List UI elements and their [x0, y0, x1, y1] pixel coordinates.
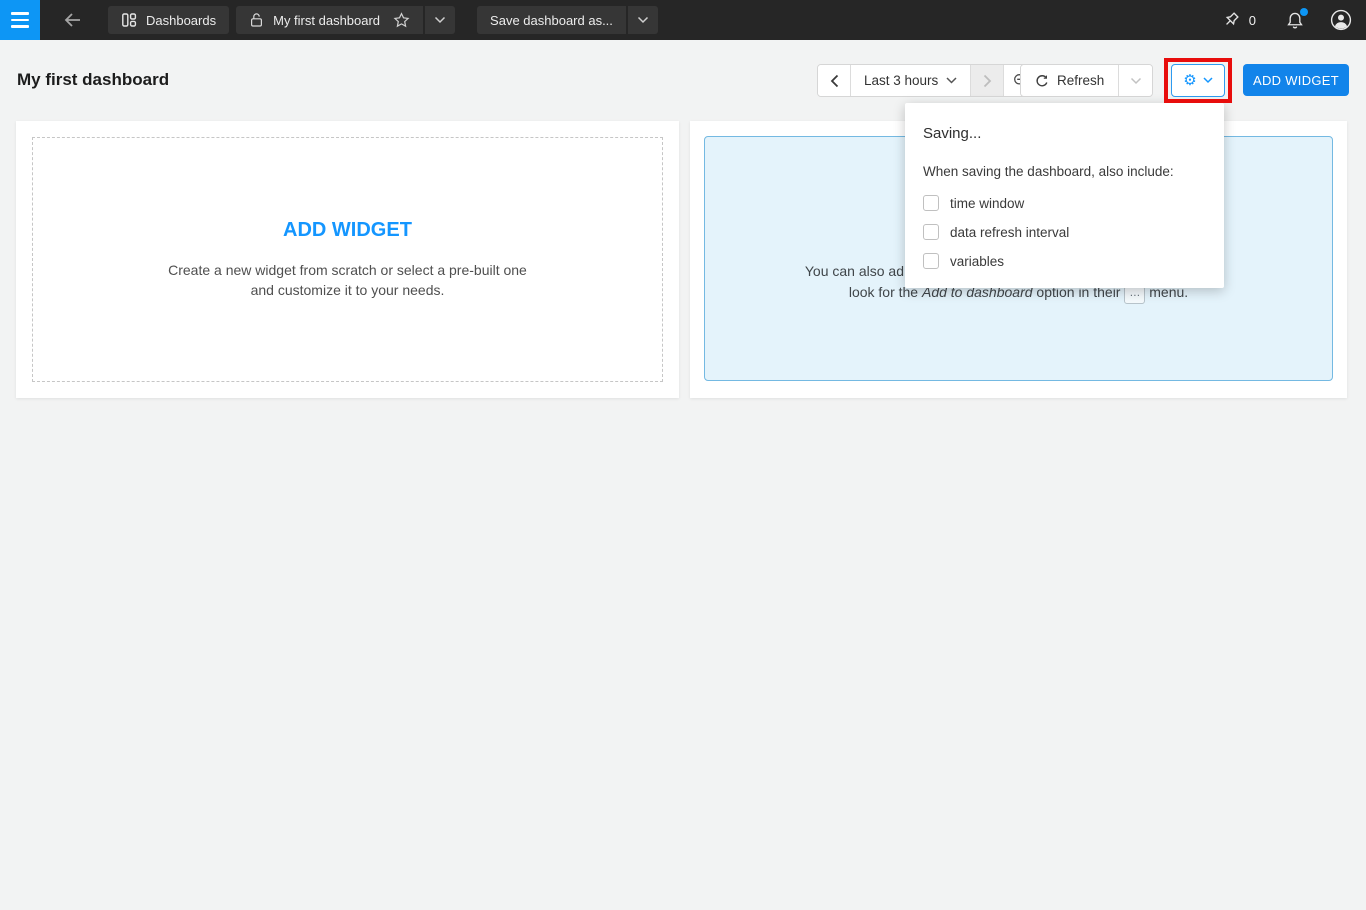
refresh-group: Refresh — [1020, 64, 1153, 97]
timeframe-dropdown-button[interactable]: Last 3 hours — [851, 65, 971, 96]
notifications-button[interactable] — [1286, 11, 1304, 30]
tab-dashboards-label: Dashboards — [146, 13, 216, 28]
add-widget-tile[interactable]: ADD WIDGET Create a new widget from scra… — [16, 121, 679, 398]
time-window-label: time window — [950, 196, 1024, 211]
user-avatar-button[interactable] — [1330, 9, 1352, 31]
save-dashboard-as-button[interactable]: Save dashboard as... — [477, 6, 626, 34]
timeframe-back-button[interactable] — [818, 65, 851, 96]
refresh-interval-dropdown-button[interactable] — [1119, 65, 1152, 96]
chevron-left-icon — [830, 74, 839, 88]
variables-label: variables — [950, 254, 1004, 269]
dashboards-icon — [121, 12, 137, 28]
star-icon[interactable] — [393, 12, 410, 28]
data-refresh-interval-checkbox[interactable] — [923, 224, 939, 240]
save-dashboard-dropdown-button[interactable] — [628, 6, 658, 34]
notification-dot — [1300, 8, 1308, 16]
refresh-button[interactable]: Refresh — [1021, 65, 1119, 96]
dropdown-title: Saving... — [923, 125, 1206, 142]
pin-icon — [1222, 11, 1240, 29]
save-dashboard-group: Save dashboard as... — [477, 6, 658, 34]
timeframe-selector-group: Last 3 hours — [817, 64, 1038, 97]
topbar: Dashboards My first dashboard — [0, 0, 1366, 40]
variables-checkbox[interactable] — [923, 253, 939, 269]
data-refresh-interval-label: data refresh interval — [950, 225, 1069, 240]
ellipsis-menu-icon: … — [1124, 286, 1145, 304]
chevron-down-icon — [1203, 77, 1213, 84]
tab-current-dashboard[interactable]: My first dashboard — [236, 6, 423, 34]
refresh-label: Refresh — [1057, 73, 1104, 88]
pin-count: 0 — [1249, 13, 1256, 28]
avatar-icon — [1330, 9, 1352, 31]
lock-icon — [249, 12, 264, 28]
option-variables[interactable]: variables — [923, 253, 1206, 269]
add-widget-tile-description: Create a new widget from scratch or sele… — [168, 260, 527, 300]
tab-dashboards[interactable]: Dashboards — [108, 6, 229, 34]
add-widget-button[interactable]: ADD WIDGET — [1243, 64, 1349, 96]
chevron-down-icon — [1130, 77, 1142, 85]
chevron-down-icon — [434, 16, 446, 24]
chevron-right-icon — [983, 74, 992, 88]
hamburger-menu-button[interactable] — [0, 0, 40, 40]
current-dashboard-tab-group: My first dashboard — [236, 6, 455, 34]
saving-settings-dropdown: Saving... When saving the dashboard, als… — [905, 103, 1224, 288]
add-widget-dashed-area[interactable]: ADD WIDGET Create a new widget from scra… — [32, 137, 663, 382]
gear-icon: ⚙ — [1183, 73, 1196, 88]
timeframe-label: Last 3 hours — [864, 73, 938, 88]
dashboard-settings-button[interactable]: ⚙ — [1171, 64, 1225, 97]
hamburger-icon — [11, 12, 29, 15]
topbar-right-controls: 0 — [1222, 9, 1352, 31]
page-title: My first dashboard — [17, 70, 169, 90]
chevron-down-icon — [946, 77, 957, 84]
pin-button[interactable]: 0 — [1222, 11, 1256, 29]
refresh-icon — [1035, 74, 1049, 88]
dashboard-page: Dashboards My first dashboard — [0, 0, 1366, 910]
back-button[interactable] — [52, 0, 92, 40]
info-text-line1: You can also ad — [805, 263, 904, 279]
dropdown-subtitle: When saving the dashboard, also include: — [923, 164, 1206, 179]
dashboard-tab-dropdown-button[interactable] — [425, 6, 455, 34]
time-window-checkbox[interactable] — [923, 195, 939, 211]
option-time-window[interactable]: time window — [923, 195, 1206, 211]
tab-current-dashboard-label: My first dashboard — [273, 13, 380, 28]
arrow-left-icon — [64, 13, 81, 27]
option-data-refresh-interval[interactable]: data refresh interval — [923, 224, 1206, 240]
timeframe-forward-button[interactable] — [971, 65, 1004, 96]
chevron-down-icon — [637, 16, 649, 24]
save-dashboard-as-label: Save dashboard as... — [490, 13, 613, 28]
add-widget-tile-title: ADD WIDGET — [283, 219, 412, 242]
